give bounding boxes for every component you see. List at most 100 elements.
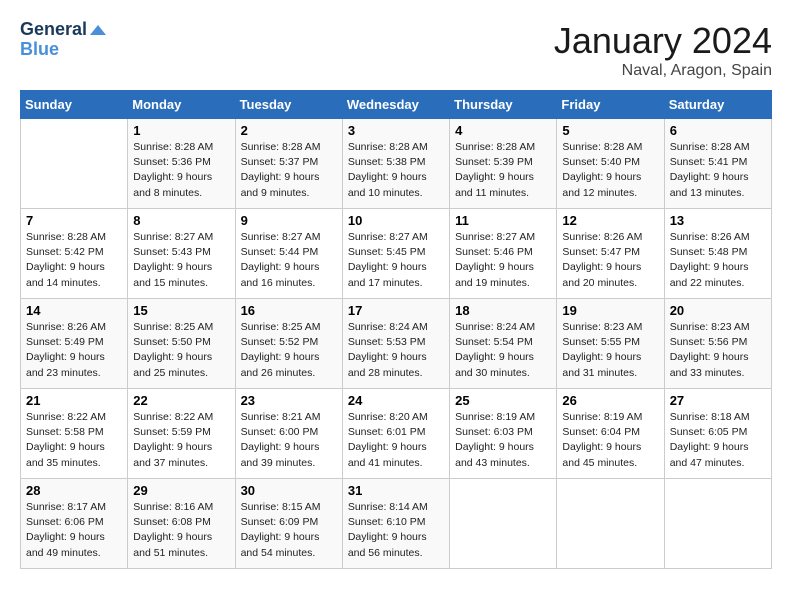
day-number: 7 <box>26 213 122 228</box>
cell-info: Sunrise: 8:27 AMSunset: 5:45 PMDaylight:… <box>348 230 444 291</box>
day-number: 11 <box>455 213 551 228</box>
cell-0-3: 3 Sunrise: 8:28 AMSunset: 5:38 PMDayligh… <box>342 119 449 209</box>
day-number: 29 <box>133 483 229 498</box>
week-row-1: 1 Sunrise: 8:28 AMSunset: 5:36 PMDayligh… <box>21 119 772 209</box>
cell-0-5: 5 Sunrise: 8:28 AMSunset: 5:40 PMDayligh… <box>557 119 664 209</box>
cell-1-1: 8 Sunrise: 8:27 AMSunset: 5:43 PMDayligh… <box>128 209 235 299</box>
cell-info: Sunrise: 8:22 AMSunset: 5:58 PMDaylight:… <box>26 410 122 471</box>
cell-4-2: 30 Sunrise: 8:15 AMSunset: 6:09 PMDaylig… <box>235 479 342 569</box>
cell-info: Sunrise: 8:25 AMSunset: 5:50 PMDaylight:… <box>133 320 229 381</box>
header-saturday: Saturday <box>664 91 771 119</box>
day-number: 30 <box>241 483 337 498</box>
day-number: 16 <box>241 303 337 318</box>
cell-info: Sunrise: 8:21 AMSunset: 6:00 PMDaylight:… <box>241 410 337 471</box>
cell-1-3: 10 Sunrise: 8:27 AMSunset: 5:45 PMDaylig… <box>342 209 449 299</box>
cell-info: Sunrise: 8:23 AMSunset: 5:56 PMDaylight:… <box>670 320 766 381</box>
cell-4-4 <box>450 479 557 569</box>
cell-2-2: 16 Sunrise: 8:25 AMSunset: 5:52 PMDaylig… <box>235 299 342 389</box>
calendar-table: SundayMondayTuesdayWednesdayThursdayFrid… <box>20 90 772 569</box>
cell-2-3: 17 Sunrise: 8:24 AMSunset: 5:53 PMDaylig… <box>342 299 449 389</box>
cell-info: Sunrise: 8:28 AMSunset: 5:39 PMDaylight:… <box>455 140 551 201</box>
cell-3-5: 26 Sunrise: 8:19 AMSunset: 6:04 PMDaylig… <box>557 389 664 479</box>
day-number: 8 <box>133 213 229 228</box>
month-title: January 2024 <box>554 20 772 62</box>
cell-2-4: 18 Sunrise: 8:24 AMSunset: 5:54 PMDaylig… <box>450 299 557 389</box>
day-number: 9 <box>241 213 337 228</box>
cell-info: Sunrise: 8:28 AMSunset: 5:36 PMDaylight:… <box>133 140 229 201</box>
cell-info: Sunrise: 8:22 AMSunset: 5:59 PMDaylight:… <box>133 410 229 471</box>
day-number: 25 <box>455 393 551 408</box>
cell-2-5: 19 Sunrise: 8:23 AMSunset: 5:55 PMDaylig… <box>557 299 664 389</box>
day-number: 28 <box>26 483 122 498</box>
cell-1-6: 13 Sunrise: 8:26 AMSunset: 5:48 PMDaylig… <box>664 209 771 299</box>
cell-4-5 <box>557 479 664 569</box>
week-row-5: 28 Sunrise: 8:17 AMSunset: 6:06 PMDaylig… <box>21 479 772 569</box>
header-friday: Friday <box>557 91 664 119</box>
day-number: 10 <box>348 213 444 228</box>
cell-3-4: 25 Sunrise: 8:19 AMSunset: 6:03 PMDaylig… <box>450 389 557 479</box>
cell-info: Sunrise: 8:27 AMSunset: 5:44 PMDaylight:… <box>241 230 337 291</box>
cell-4-3: 31 Sunrise: 8:14 AMSunset: 6:10 PMDaylig… <box>342 479 449 569</box>
cell-info: Sunrise: 8:26 AMSunset: 5:49 PMDaylight:… <box>26 320 122 381</box>
cell-3-1: 22 Sunrise: 8:22 AMSunset: 5:59 PMDaylig… <box>128 389 235 479</box>
cell-0-1: 1 Sunrise: 8:28 AMSunset: 5:36 PMDayligh… <box>128 119 235 209</box>
header-wednesday: Wednesday <box>342 91 449 119</box>
cell-0-4: 4 Sunrise: 8:28 AMSunset: 5:39 PMDayligh… <box>450 119 557 209</box>
cell-info: Sunrise: 8:27 AMSunset: 5:43 PMDaylight:… <box>133 230 229 291</box>
cell-1-0: 7 Sunrise: 8:28 AMSunset: 5:42 PMDayligh… <box>21 209 128 299</box>
cell-4-1: 29 Sunrise: 8:16 AMSunset: 6:08 PMDaylig… <box>128 479 235 569</box>
day-number: 4 <box>455 123 551 138</box>
header-row: SundayMondayTuesdayWednesdayThursdayFrid… <box>21 91 772 119</box>
cell-2-6: 20 Sunrise: 8:23 AMSunset: 5:56 PMDaylig… <box>664 299 771 389</box>
cell-info: Sunrise: 8:23 AMSunset: 5:55 PMDaylight:… <box>562 320 658 381</box>
cell-info: Sunrise: 8:28 AMSunset: 5:41 PMDaylight:… <box>670 140 766 201</box>
day-number: 31 <box>348 483 444 498</box>
cell-2-0: 14 Sunrise: 8:26 AMSunset: 5:49 PMDaylig… <box>21 299 128 389</box>
cell-info: Sunrise: 8:26 AMSunset: 5:47 PMDaylight:… <box>562 230 658 291</box>
cell-info: Sunrise: 8:24 AMSunset: 5:54 PMDaylight:… <box>455 320 551 381</box>
logo-blue: Blue <box>20 40 106 60</box>
cell-info: Sunrise: 8:28 AMSunset: 5:42 PMDaylight:… <box>26 230 122 291</box>
cell-1-2: 9 Sunrise: 8:27 AMSunset: 5:44 PMDayligh… <box>235 209 342 299</box>
page-header: General Blue January 2024 Naval, Aragon,… <box>20 20 772 80</box>
cell-4-0: 28 Sunrise: 8:17 AMSunset: 6:06 PMDaylig… <box>21 479 128 569</box>
day-number: 1 <box>133 123 229 138</box>
cell-0-2: 2 Sunrise: 8:28 AMSunset: 5:37 PMDayligh… <box>235 119 342 209</box>
day-number: 13 <box>670 213 766 228</box>
cell-1-4: 11 Sunrise: 8:27 AMSunset: 5:46 PMDaylig… <box>450 209 557 299</box>
day-number: 21 <box>26 393 122 408</box>
cell-info: Sunrise: 8:26 AMSunset: 5:48 PMDaylight:… <box>670 230 766 291</box>
day-number: 19 <box>562 303 658 318</box>
logo: General Blue <box>20 20 106 60</box>
cell-info: Sunrise: 8:28 AMSunset: 5:37 PMDaylight:… <box>241 140 337 201</box>
day-number: 22 <box>133 393 229 408</box>
day-number: 12 <box>562 213 658 228</box>
cell-info: Sunrise: 8:25 AMSunset: 5:52 PMDaylight:… <box>241 320 337 381</box>
cell-3-0: 21 Sunrise: 8:22 AMSunset: 5:58 PMDaylig… <box>21 389 128 479</box>
day-number: 20 <box>670 303 766 318</box>
day-number: 27 <box>670 393 766 408</box>
day-number: 18 <box>455 303 551 318</box>
header-tuesday: Tuesday <box>235 91 342 119</box>
cell-3-3: 24 Sunrise: 8:20 AMSunset: 6:01 PMDaylig… <box>342 389 449 479</box>
day-number: 17 <box>348 303 444 318</box>
cell-3-6: 27 Sunrise: 8:18 AMSunset: 6:05 PMDaylig… <box>664 389 771 479</box>
header-thursday: Thursday <box>450 91 557 119</box>
cell-info: Sunrise: 8:24 AMSunset: 5:53 PMDaylight:… <box>348 320 444 381</box>
location: Naval, Aragon, Spain <box>554 62 772 80</box>
cell-1-5: 12 Sunrise: 8:26 AMSunset: 5:47 PMDaylig… <box>557 209 664 299</box>
cell-4-6 <box>664 479 771 569</box>
day-number: 26 <box>562 393 658 408</box>
cell-info: Sunrise: 8:28 AMSunset: 5:38 PMDaylight:… <box>348 140 444 201</box>
cell-info: Sunrise: 8:16 AMSunset: 6:08 PMDaylight:… <box>133 500 229 561</box>
day-number: 24 <box>348 393 444 408</box>
day-number: 5 <box>562 123 658 138</box>
week-row-3: 14 Sunrise: 8:26 AMSunset: 5:49 PMDaylig… <box>21 299 772 389</box>
cell-info: Sunrise: 8:27 AMSunset: 5:46 PMDaylight:… <box>455 230 551 291</box>
week-row-2: 7 Sunrise: 8:28 AMSunset: 5:42 PMDayligh… <box>21 209 772 299</box>
cell-info: Sunrise: 8:18 AMSunset: 6:05 PMDaylight:… <box>670 410 766 471</box>
day-number: 6 <box>670 123 766 138</box>
header-sunday: Sunday <box>21 91 128 119</box>
cell-info: Sunrise: 8:14 AMSunset: 6:10 PMDaylight:… <box>348 500 444 561</box>
day-number: 15 <box>133 303 229 318</box>
